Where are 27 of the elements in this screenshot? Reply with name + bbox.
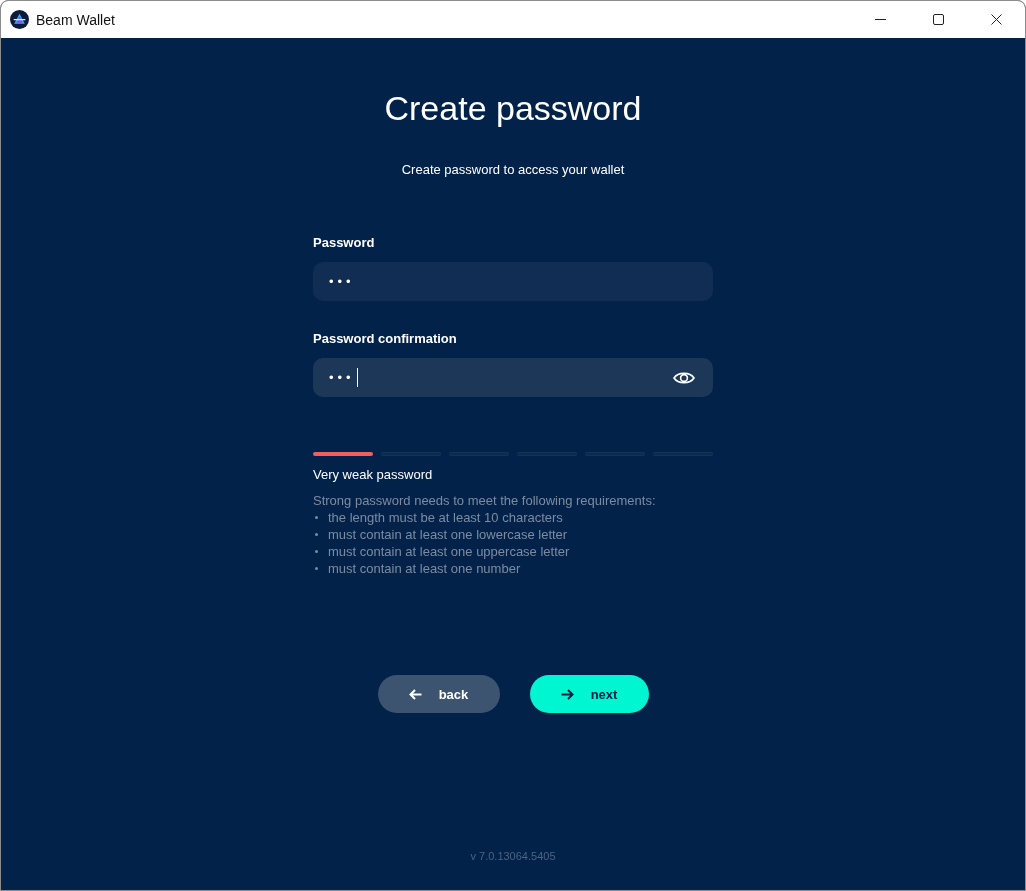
strength-label: Very weak password [313,466,433,484]
requirement-text: must contain at least one lowercase letter [328,526,568,543]
bullet-icon [315,550,318,553]
page-title: Create password [384,88,642,128]
arrow-left-icon [408,688,422,700]
text-cursor [356,368,358,387]
requirement-text: the length must be at least 10 characters [328,509,563,526]
field-label: Password [313,234,375,252]
bullet-icon [315,567,318,570]
requirement-text: must contain at least one number [328,560,521,577]
requirements-intro: Strong password needs to meet the following requirements: [313,492,656,509]
close-icon [990,14,1002,25]
window-title: Beam Wallet [36,11,115,28]
version-text: v 7.0.13064.5405 [470,849,556,864]
bullet-icon [315,516,318,519]
requirement-text: must contain at least one uppercase letter [328,543,570,560]
bullet-icon [315,533,318,536]
arrow-right-icon [560,688,574,700]
page-subtitle: Create password to access your wallet [401,161,625,179]
password-field[interactable]: ••• [313,262,713,301]
app-logo-icon [10,10,29,29]
eye-icon[interactable] [673,370,695,385]
field-label: Password confirmation [313,330,457,348]
password-field[interactable]: ••• [313,358,713,397]
back-button[interactable]: back [377,675,500,713]
maximize-icon [932,14,944,25]
next-button[interactable]: next [529,675,649,713]
